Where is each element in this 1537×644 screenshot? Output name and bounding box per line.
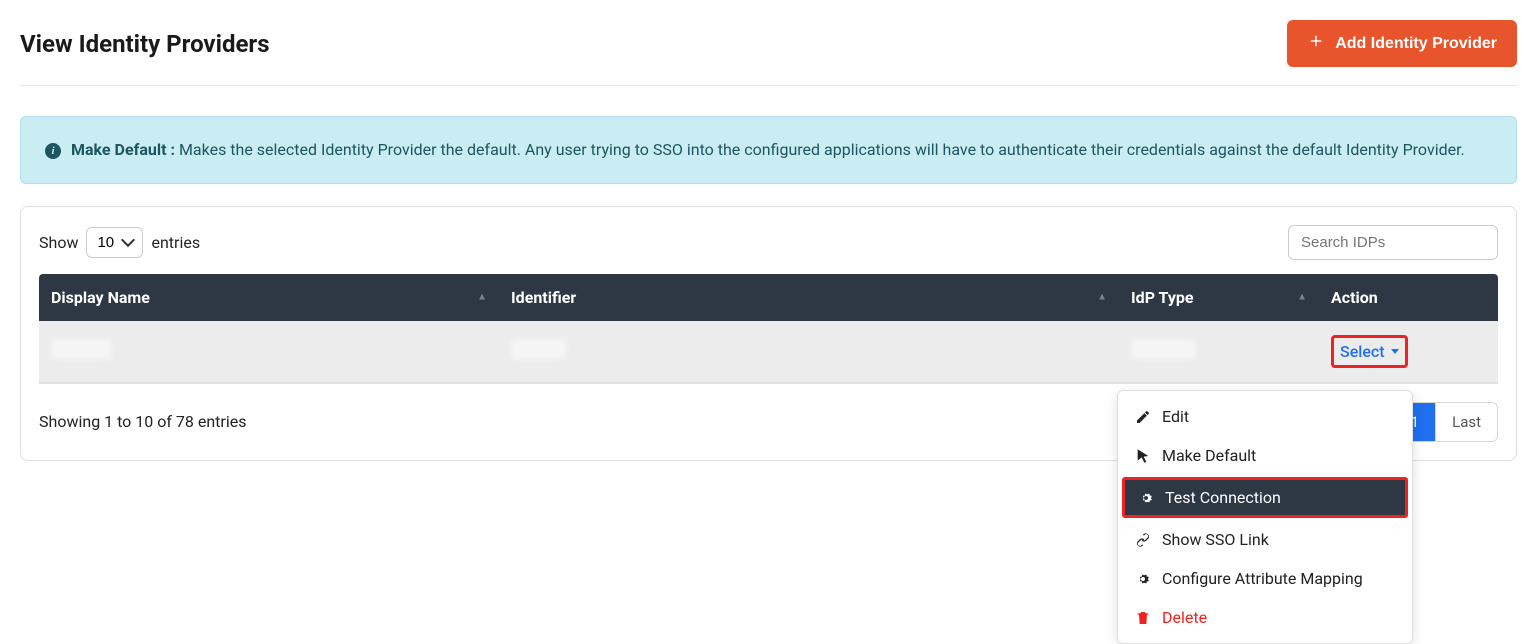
menu-configure-attr-label: Configure Attribute Mapping xyxy=(1162,569,1363,588)
col-display-name[interactable]: Display Name xyxy=(39,274,499,321)
menu-test-connection-label: Test Connection xyxy=(1165,488,1281,507)
table-row: Select xyxy=(39,321,1498,383)
page-last[interactable]: Last xyxy=(1436,403,1497,441)
col-identifier[interactable]: Identifier xyxy=(499,274,1119,321)
menu-make-default-label: Make Default xyxy=(1162,446,1256,465)
cell-action: Select xyxy=(1319,321,1498,383)
caret-down-icon xyxy=(1391,349,1399,354)
info-banner: i Make Default : Makes the selected Iden… xyxy=(20,116,1517,184)
trash-icon xyxy=(1134,609,1152,627)
col-idp-type[interactable]: IdP Type xyxy=(1119,274,1319,321)
entries-label: entries xyxy=(151,233,200,252)
idp-table: Display Name Identifier IdP Type Action … xyxy=(39,274,1498,384)
link-icon xyxy=(1134,531,1152,549)
edit-icon xyxy=(1134,408,1152,426)
menu-edit-label: Edit xyxy=(1162,407,1189,426)
action-select-dropdown[interactable]: Select xyxy=(1340,342,1399,361)
col-action: Action xyxy=(1319,274,1498,321)
show-label: Show xyxy=(39,233,78,252)
action-select-highlight: Select xyxy=(1331,335,1408,368)
add-button-label: Add Identity Provider xyxy=(1335,35,1497,53)
showing-entries-text: Showing 1 to 10 of 78 entries xyxy=(39,412,246,431)
banner-bold: Make Default : xyxy=(71,140,179,159)
search-input[interactable] xyxy=(1288,225,1498,260)
plus-icon xyxy=(1307,32,1325,55)
menu-make-default[interactable]: Make Default xyxy=(1118,436,1412,475)
menu-edit[interactable]: Edit xyxy=(1118,397,1412,436)
gears-icon xyxy=(1137,489,1155,507)
action-dropdown-menu: Edit Make Default Test Connection Show S… xyxy=(1117,390,1413,644)
info-icon: i xyxy=(45,143,61,159)
menu-delete[interactable]: Delete xyxy=(1118,598,1412,637)
action-select-label: Select xyxy=(1340,342,1385,361)
menu-test-connection[interactable]: Test Connection xyxy=(1122,477,1408,518)
menu-delete-label: Delete xyxy=(1162,608,1207,627)
cell-display-name xyxy=(39,321,499,383)
menu-show-sso-link[interactable]: Show SSO Link xyxy=(1118,520,1412,559)
page-title: View Identity Providers xyxy=(20,30,270,58)
banner-text: Makes the selected Identity Provider the… xyxy=(179,140,1465,159)
cell-idp-type xyxy=(1119,321,1319,383)
add-identity-provider-button[interactable]: Add Identity Provider xyxy=(1287,20,1517,67)
menu-show-sso-link-label: Show SSO Link xyxy=(1162,530,1269,549)
gear-icon xyxy=(1134,570,1152,588)
page-size-select[interactable]: 10 xyxy=(86,227,143,258)
menu-configure-attribute-mapping[interactable]: Configure Attribute Mapping xyxy=(1118,559,1412,598)
cursor-icon xyxy=(1134,447,1152,465)
cell-identifier xyxy=(499,321,1119,383)
